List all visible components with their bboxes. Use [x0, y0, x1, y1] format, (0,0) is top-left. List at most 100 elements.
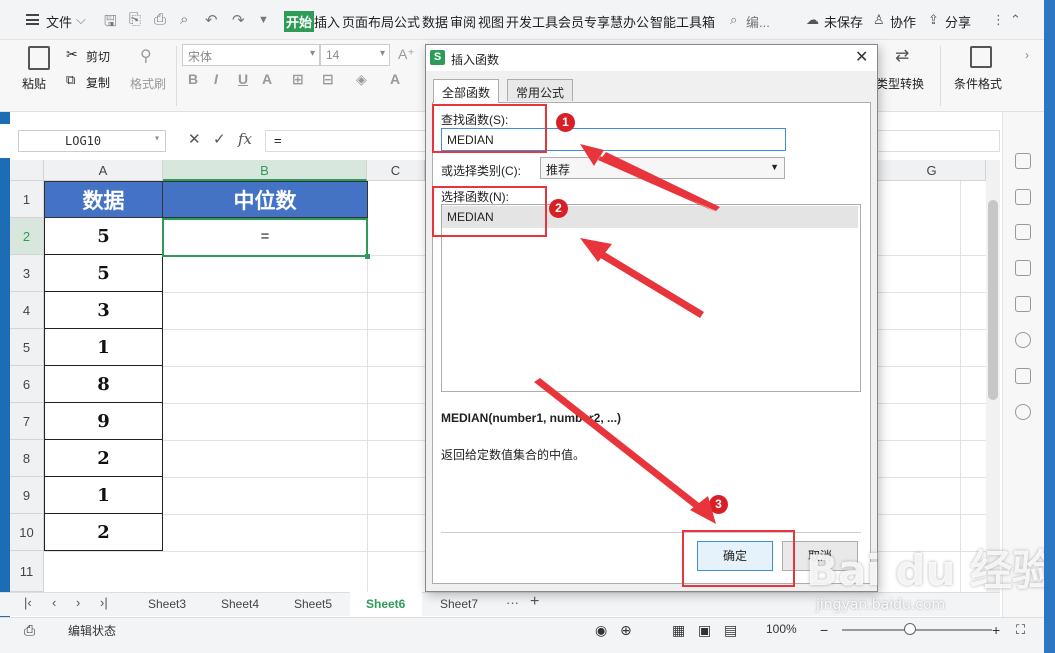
column-header-g[interactable]: G	[878, 160, 986, 181]
tab-insert[interactable]: 插入	[314, 12, 340, 31]
tab-toolbox[interactable]: 智能工具箱	[650, 12, 715, 31]
column-header-a[interactable]: A	[44, 160, 163, 181]
undo-icon[interactable]: ↶	[205, 11, 218, 29]
tab-all-functions[interactable]: 全部函数	[433, 79, 500, 103]
sheet-tab[interactable]: Sheet4	[221, 597, 259, 611]
data-cell[interactable]: 5	[44, 255, 163, 292]
data-cell[interactable]: 1	[44, 477, 163, 514]
sheet-tab[interactable]: Sheet5	[294, 597, 332, 611]
last-sheet-icon[interactable]: ›|	[100, 595, 108, 610]
row-header[interactable]: 9	[10, 477, 44, 514]
data-cell[interactable]: 2	[44, 440, 163, 477]
vertical-scroll-thumb[interactable]	[988, 200, 998, 400]
share-button[interactable]: 分享	[945, 12, 971, 31]
preview-icon[interactable]: ⌕	[180, 11, 188, 28]
center-icon[interactable]: ⊕	[620, 622, 632, 639]
font-grow-icon[interactable]: A⁺	[398, 46, 415, 63]
chevron-down-icon[interactable]: ⌵	[76, 12, 86, 28]
italic-icon[interactable]: I	[214, 71, 218, 87]
row-header[interactable]: 1	[10, 181, 44, 218]
tab-formula[interactable]: 公式	[394, 12, 420, 31]
cut-button[interactable]: 剪切	[86, 48, 110, 65]
copy-button[interactable]: 复制	[86, 74, 110, 91]
cancel-formula-icon[interactable]: ✕	[188, 130, 201, 148]
category-select[interactable]: 推荐	[540, 157, 785, 179]
zoom-out-icon[interactable]: −	[820, 622, 828, 638]
lightning-icon[interactable]	[1015, 332, 1031, 348]
format-painter-icon[interactable]: ⚲	[140, 46, 152, 66]
tab-smart-office[interactable]: 慧办公	[610, 12, 649, 31]
help-icon[interactable]	[1015, 404, 1031, 420]
zoom-level[interactable]: 100%	[766, 622, 797, 636]
zoom-slider[interactable]	[842, 629, 992, 631]
search-icon[interactable]: ⌕	[730, 12, 737, 28]
cut-icon[interactable]: ✂	[66, 46, 78, 63]
tab-developer[interactable]: 开发工具	[506, 12, 558, 31]
row-header[interactable]: 2	[10, 218, 44, 255]
column-header-c[interactable]: C	[367, 160, 425, 181]
export-icon[interactable]: ⎘	[129, 11, 141, 28]
settings-sliders-icon[interactable]	[1015, 224, 1031, 240]
zoom-slider-handle[interactable]	[904, 623, 916, 635]
row-header[interactable]: 8	[10, 440, 44, 477]
data-cell[interactable]: 2	[44, 514, 163, 551]
font-size-select[interactable]: 14	[320, 44, 390, 66]
customize-icon[interactable]: ▼	[258, 14, 269, 26]
tab-review[interactable]: 审阅	[450, 12, 476, 31]
macro-icon[interactable]: ⎙	[24, 622, 35, 639]
search-box[interactable]: 编...	[746, 12, 770, 31]
cell-a1-header[interactable]: 数据	[44, 181, 163, 218]
active-cell-b2[interactable]: =	[162, 218, 370, 259]
data-cell[interactable]: 5	[44, 218, 163, 255]
merge-icon[interactable]: ⊟	[322, 71, 334, 88]
next-sheet-icon[interactable]: ›	[76, 595, 80, 610]
pointer-icon[interactable]	[1015, 189, 1031, 205]
tab-common-formulas[interactable]: 常用公式	[507, 79, 574, 101]
data-cell[interactable]: 9	[44, 403, 163, 440]
confirm-formula-icon[interactable]: ✓	[213, 130, 226, 148]
rocket-icon[interactable]	[1015, 153, 1031, 169]
page-layout-view-icon[interactable]: ▣	[698, 622, 711, 639]
data-cell[interactable]: 1	[44, 329, 163, 366]
row-header[interactable]: 4	[10, 292, 44, 329]
cell-b1-header[interactable]: 中位数	[162, 181, 368, 218]
row-header[interactable]: 7	[10, 403, 44, 440]
more-icon[interactable]: ⋮	[992, 12, 1005, 28]
prev-sheet-icon[interactable]: ‹	[52, 595, 56, 610]
row-header[interactable]: 11	[10, 551, 44, 592]
type-convert-icon[interactable]: ⇄	[895, 46, 909, 66]
zoom-in-icon[interactable]: +	[992, 622, 1000, 638]
copy-icon[interactable]: ⧉	[66, 72, 75, 88]
cond-format-icon[interactable]	[970, 46, 992, 68]
print-icon[interactable]: ⎙	[154, 11, 166, 28]
menu-icon[interactable]	[26, 14, 39, 25]
type-convert-button[interactable]: 类型转换	[876, 75, 924, 92]
first-sheet-icon[interactable]: |‹	[24, 595, 32, 610]
row-header[interactable]: 5	[10, 329, 44, 366]
column-header-b[interactable]: B	[163, 160, 367, 181]
crop-icon[interactable]	[1015, 260, 1031, 276]
tab-view[interactable]: 视图	[478, 12, 504, 31]
collab-button[interactable]: 协作	[890, 12, 916, 31]
bold-icon[interactable]: B	[188, 71, 198, 87]
underline-icon[interactable]: U	[238, 71, 248, 87]
insert-function-button[interactable]: fx	[238, 130, 252, 148]
close-icon[interactable]: ✕	[855, 47, 868, 67]
redo-icon[interactable]: ↷	[232, 11, 245, 29]
row-header[interactable]: 6	[10, 366, 44, 403]
row-header[interactable]: 10	[10, 514, 44, 551]
data-cell[interactable]: 8	[44, 366, 163, 403]
data-cell[interactable]: 3	[44, 292, 163, 329]
eye-icon[interactable]: ◉	[595, 622, 607, 639]
page-break-view-icon[interactable]: ▤	[724, 622, 737, 639]
save-icon[interactable]: 🖫	[104, 11, 117, 36]
fullscreen-icon[interactable]: ⛶	[1016, 622, 1025, 638]
fill-color-icon[interactable]: ◈	[356, 71, 367, 88]
row-header[interactable]: 3	[10, 255, 44, 292]
unsaved-status[interactable]: 未保存	[824, 12, 863, 31]
cond-format-button[interactable]: 条件格式	[954, 75, 1002, 92]
tab-member[interactable]: 会员专享	[558, 12, 610, 31]
tab-home[interactable]: 开始	[284, 11, 315, 32]
font-name-select[interactable]: 宋体	[182, 44, 320, 66]
format-painter-button[interactable]: 格式刷	[130, 75, 166, 92]
